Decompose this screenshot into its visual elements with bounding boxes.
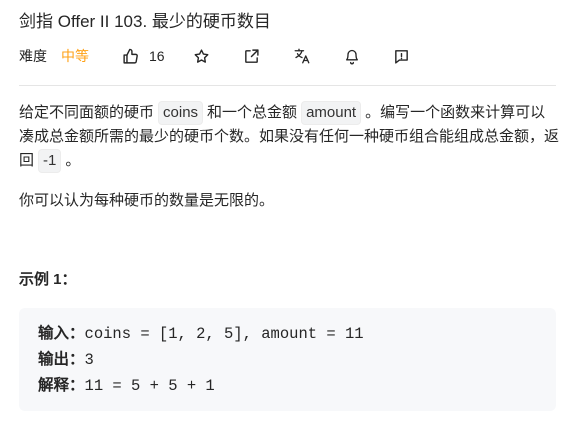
explain-label: 解释： — [38, 377, 85, 394]
code-amount: amount — [301, 101, 362, 125]
share-button[interactable] — [242, 46, 262, 66]
output-value: 3 — [84, 351, 94, 369]
code-negative-one: -1 — [38, 148, 62, 173]
example-block: 输入：coins = [1, 2, 5], amount = 11 输出：3 解… — [19, 308, 556, 411]
header-divider — [19, 85, 556, 86]
code-coins: coins — [158, 101, 204, 125]
bell-icon — [345, 49, 358, 64]
difficulty-badge: 中等 — [61, 48, 89, 64]
example-explain-row: 解释：11 = 5 + 5 + 1 — [38, 373, 537, 399]
description-text: 给定不同面额的硬币 — [19, 104, 155, 121]
description-paragraph: 给定不同面额的硬币 coins 和一个总金额 amount 。编写一个函数来计算可以凑成… — [19, 101, 559, 173]
translate-icon — [294, 48, 310, 64]
difficulty-label: 难度 — [19, 48, 47, 64]
star-icon — [194, 48, 209, 63]
subscribe-button[interactable] — [342, 46, 362, 66]
favorite-button[interactable] — [192, 46, 212, 66]
like-count: 16 — [149, 48, 165, 64]
input-value: coins = [1, 2, 5], amount = 11 — [84, 325, 364, 343]
example-output-row: 输出：3 — [38, 347, 537, 373]
example-title: 示例 1： — [19, 271, 77, 288]
translate-button[interactable] — [292, 46, 312, 66]
description-text: 。 — [65, 151, 81, 169]
feedback-button[interactable] — [392, 46, 412, 66]
feedback-icon — [395, 49, 408, 64]
problem-meta-bar: 难度 中等 16 — [19, 44, 442, 68]
problem-page: 剑指 Offer II 103. 最少的硬币数目 难度 中等 16 给定不同面额… — [0, 0, 583, 427]
input-label: 输入： — [38, 325, 85, 342]
example-input-row: 输入：coins = [1, 2, 5], amount = 11 — [38, 321, 537, 347]
description-text: 和一个总金额 — [207, 104, 298, 121]
problem-title: 剑指 Offer II 103. 最少的硬币数目 — [19, 12, 271, 31]
explain-value: 11 = 5 + 5 + 1 — [84, 377, 215, 395]
like-button[interactable]: 16 — [122, 48, 165, 65]
share-icon — [245, 48, 259, 63]
problem-description: 给定不同面额的硬币 coins 和一个总金额 amount 。编写一个函数来计算可以凑成… — [19, 101, 559, 173]
thumbs-up-icon — [123, 48, 138, 64]
output-label: 输出： — [38, 351, 85, 368]
description-note: 你可以认为每种硬币的数量是无限的。 — [19, 192, 275, 209]
